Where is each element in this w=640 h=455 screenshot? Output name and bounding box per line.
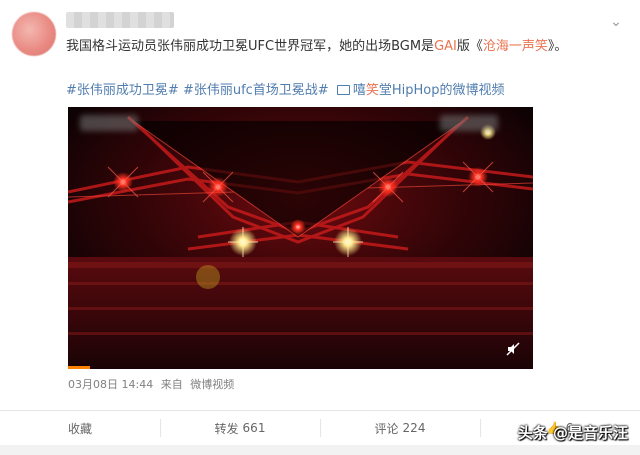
- post-text-suffix: 》。: [547, 39, 568, 54]
- favorite-button[interactable]: 收藏: [0, 411, 160, 445]
- post-text-mid: 版《: [456, 39, 483, 54]
- weibo-post-card: ⌄ 我国格斗运动员张伟丽成功卫冕UFC世界冠军，她的出场BGM是GAI版《沧海一…: [0, 0, 640, 455]
- video-link-red: 笑: [365, 83, 379, 98]
- mute-glyph: [506, 342, 520, 356]
- video-icon: [336, 85, 350, 95]
- arena-video-frame: [68, 107, 533, 369]
- post-date[interactable]: 03月08日 14:44: [68, 378, 153, 391]
- video-progress-bar[interactable]: [68, 366, 90, 369]
- comment-button[interactable]: 评论 224: [320, 411, 480, 445]
- video-player[interactable]: [68, 107, 533, 369]
- video-source-link[interactable]: 嘻笑堂HipHop的微博视频: [353, 83, 505, 98]
- blurred-overlay-left: [80, 115, 138, 131]
- chevron-down-icon[interactable]: ⌄: [608, 14, 624, 30]
- post-source[interactable]: 微博视频: [190, 378, 234, 391]
- post-from-label: 来自: [160, 378, 183, 391]
- blurred-overlay-right: [440, 115, 498, 131]
- watermark: 头条 @是音乐汪: [517, 424, 628, 442]
- comment-label: 评论: [374, 421, 399, 436]
- bottom-bar: [0, 445, 640, 455]
- post-text-prefix: 我国格斗运动员张伟丽成功卫冕UFC世界冠军，她的出场BGM是: [66, 39, 435, 54]
- username-blurred[interactable]: [66, 12, 174, 28]
- hashtag-row: #张伟丽成功卫冕# #张伟丽ufc首场卫冕战# 嘻笑堂HipHop的微博视频: [66, 82, 626, 100]
- post-meta: 03月08日 14:44 来自 微博视频: [68, 376, 238, 392]
- post-text-song[interactable]: 沧海一声笑: [483, 39, 548, 54]
- hashtag-link[interactable]: #张伟丽ufc首场卫冕战#: [183, 83, 329, 98]
- mute-icon[interactable]: [505, 341, 523, 359]
- video-link-post: 堂HipHop的微博视频: [378, 83, 505, 98]
- favorite-label: 收藏: [67, 421, 92, 436]
- hashtag-link[interactable]: #张伟丽成功卫冕#: [66, 83, 179, 98]
- avatar[interactable]: [12, 12, 56, 56]
- repost-label: 转发: [214, 421, 239, 436]
- repost-count: 661: [242, 421, 266, 435]
- post-text: 我国格斗运动员张伟丽成功卫冕UFC世界冠军，她的出场BGM是GAI版《沧海一声笑…: [66, 38, 626, 56]
- post-text-gai[interactable]: GAI: [434, 39, 457, 54]
- comment-count: 224: [402, 421, 426, 435]
- repost-button[interactable]: 转发 661: [160, 411, 320, 445]
- video-link-pre: 嘻: [352, 83, 366, 98]
